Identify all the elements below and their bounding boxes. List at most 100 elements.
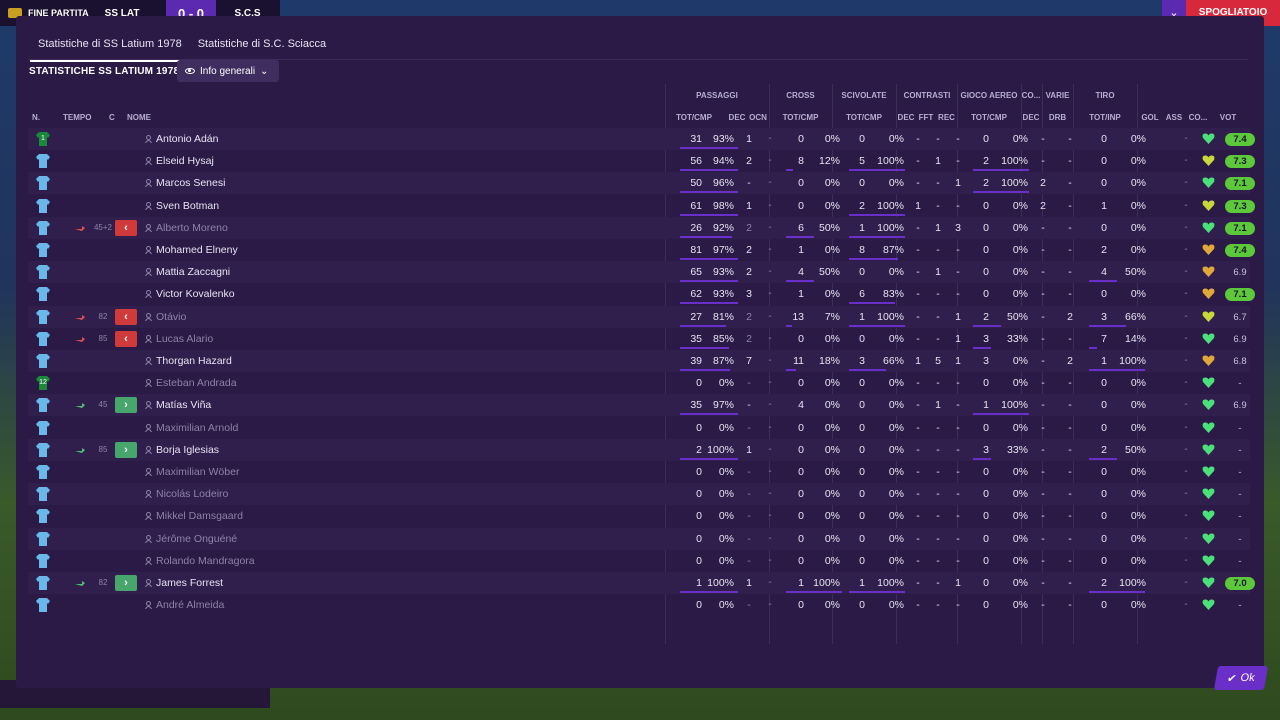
player-name[interactable]: Matías Viña bbox=[156, 394, 211, 416]
col-pass-totcmp-header[interactable]: TOT/CMP bbox=[668, 113, 720, 122]
aerial-total: 0 bbox=[983, 466, 989, 478]
col-aerial-totcmp-header[interactable]: TOT/CMP bbox=[959, 113, 1019, 122]
player-name[interactable]: Maximilian Wöber bbox=[156, 461, 239, 483]
col-co-dec-header[interactable]: DEC bbox=[1021, 113, 1041, 122]
table-row[interactable]: 82 › James Forrest 1 100% 1-1 100% 1 100% - -1 0 0% -… bbox=[28, 572, 1255, 594]
table-row[interactable]: Victor Kovalenko 62 93% 3-1 0% 6 83% - - -0 0% - -0 0… bbox=[28, 283, 1255, 305]
goals bbox=[1151, 350, 1173, 372]
table-row[interactable]: Rolando Mandragora 0 0% - -0 0% 0 0% - - -0 0% - -0 0%… bbox=[28, 550, 1250, 572]
player-name[interactable]: Alberto Moreno bbox=[156, 217, 228, 239]
col-dribble-header[interactable]: DRB bbox=[1046, 113, 1069, 122]
cross-completion: 0% bbox=[824, 421, 840, 434]
col-goals-header[interactable]: GOL bbox=[1138, 113, 1162, 122]
col-c-header[interactable]: C bbox=[109, 113, 115, 122]
aerial-total: 0 bbox=[983, 377, 989, 390]
table-row[interactable]: 45+2 ‹ Alberto Moreno 26 92% 2-6 50% 1 100% -1 3 0 0… bbox=[28, 216, 1255, 239]
co-dec: - bbox=[1041, 532, 1045, 545]
player-name[interactable]: Elseid Hysaj bbox=[156, 150, 214, 172]
table-row[interactable]: 12 Esteban Andrada 0 0% - -0 0% 0 0% - - -0 0% - -0 0% -… bbox=[28, 372, 1250, 394]
passes-total: 0 bbox=[696, 532, 702, 545]
table-row[interactable]: Maximilian Wöber 0 0% - -0 0% 0 0% - - -0 0% - -0 0% - - bbox=[28, 461, 1250, 483]
table-row[interactable]: Marcos Senesi 50 96% - -0 0% 0 0% - -1 2 100% 2-0 0% -… bbox=[28, 172, 1255, 195]
col-challenge-dec-header[interactable]: DEC bbox=[896, 113, 916, 122]
passes-chances: - bbox=[768, 443, 772, 455]
col-number-header[interactable]: N. bbox=[32, 113, 40, 122]
goals bbox=[1151, 283, 1173, 305]
table-row[interactable]: Elseid Hysaj 56 94% 2-8 12% 5 100% -1-2 100% - -0 0… bbox=[28, 150, 1255, 172]
col-pass-ocn-header[interactable]: OCN bbox=[748, 113, 768, 122]
player-rating: 6.7 bbox=[1233, 311, 1247, 323]
passes-total: 0 bbox=[696, 488, 702, 501]
player-shirt-icon bbox=[36, 220, 50, 235]
player-shirt-icon bbox=[36, 176, 50, 191]
player-profile-icon bbox=[145, 490, 152, 499]
col-challenge-rec-header[interactable]: REC bbox=[936, 113, 957, 122]
tackles-completion: 0% bbox=[888, 133, 904, 145]
col-time-header[interactable]: TEMPO bbox=[63, 113, 91, 122]
player-rating: 7.1 bbox=[1225, 177, 1255, 191]
cross-total: 0 bbox=[798, 332, 804, 345]
player-name[interactable]: Sven Botman bbox=[156, 195, 219, 217]
col-rating-header[interactable]: VOT bbox=[1212, 113, 1244, 122]
table-row[interactable]: Sven Botman 61 98% 1-0 0% 2 100% 1- -0 0% 2-1 0% -7.… bbox=[28, 195, 1255, 217]
col-tackle-totcmp-header[interactable]: TOT/CMP bbox=[835, 113, 893, 122]
table-row[interactable]: Jérôme Onguéné 0 0% - -0 0% 0 0% - - -0 0% - -0 0% - - bbox=[28, 527, 1250, 550]
player-name[interactable]: Jérôme Onguéné bbox=[156, 528, 237, 550]
table-row[interactable]: Thorgan Hazard 39 87% 7-11 18% 3 66% 1 5 1 3 0% -2 1 1… bbox=[28, 350, 1250, 372]
table-row[interactable]: 1 Antonio Adán 31 93% 1-0 0% 0 0% - - -0 0% - -0 0% -7.… bbox=[28, 128, 1255, 150]
col-condition-header[interactable]: CO... bbox=[1186, 113, 1210, 122]
challenges-dec: - bbox=[916, 466, 920, 478]
player-name[interactable]: André Almeida bbox=[156, 594, 224, 616]
col-challenge-fft-header[interactable]: FFT bbox=[916, 113, 936, 122]
table-row[interactable]: André Almeida 0 0% - -0 0% 0 0% - - -0 0% - -0 0% - - bbox=[28, 594, 1250, 616]
player-name[interactable]: Victor Kovalenko bbox=[156, 283, 235, 305]
player-name[interactable]: Antonio Adán bbox=[156, 128, 218, 150]
table-row[interactable]: 45 › Matías Viña 35 97% - -4 0% 0 0% -1-1 100% - -0 0%… bbox=[28, 394, 1250, 417]
shots-total: 0 bbox=[1101, 599, 1107, 612]
player-name[interactable]: Esteban Andrada bbox=[156, 372, 237, 394]
tackles-total: 0 bbox=[859, 510, 865, 523]
tackles-total: 0 bbox=[859, 443, 865, 456]
cross-completion: 0% bbox=[824, 177, 840, 190]
table-row[interactable]: Mattia Zaccagni 65 93% 2-4 50% 0 0% -1-0 0% - -4 50… bbox=[28, 261, 1250, 284]
ok-button[interactable]: ✔ Ok bbox=[1213, 666, 1269, 690]
table-row[interactable]: 85 › Borja Iglesias 2 100% 1-0 0% 0 0% - - -3 33% - -2… bbox=[28, 438, 1250, 461]
table-row[interactable]: Mikkel Damsgaard 0 0% - -0 0% 0 0% - - -0 0% - -0 0% - - bbox=[28, 505, 1250, 527]
player-name[interactable]: Mohamed Elneny bbox=[156, 239, 238, 261]
tab-home-stats[interactable]: Statistiche di SS Latium 1978 bbox=[30, 32, 190, 62]
col-shots-totinp-header[interactable]: TOT/INP bbox=[1075, 113, 1135, 122]
player-name[interactable]: Mattia Zaccagni bbox=[156, 261, 230, 283]
player-name[interactable]: Maximilian Arnold bbox=[156, 417, 238, 439]
col-assists-header[interactable]: ASS bbox=[1162, 113, 1186, 122]
table-row[interactable]: 85 ‹ Lucas Alario 35 85% 2-0 0% 0 0% - -1 3 33% - -7 14… bbox=[28, 328, 1250, 350]
player-name[interactable]: Borja Iglesias bbox=[156, 439, 219, 461]
player-name[interactable]: Marcos Senesi bbox=[156, 172, 225, 194]
table-row[interactable]: Nicolás Lodeiro 0 0% - -0 0% 0 0% - - -0 0% - -0 0% - - bbox=[28, 483, 1250, 506]
player-name[interactable]: Thorgan Hazard bbox=[156, 350, 232, 372]
sub-minute bbox=[88, 505, 118, 527]
aerial-completion: 0% bbox=[1012, 421, 1028, 434]
passes-chances: - bbox=[768, 155, 772, 167]
passes-key: 1 bbox=[746, 133, 752, 145]
player-name[interactable]: James Forrest bbox=[156, 572, 223, 594]
goals bbox=[1151, 483, 1173, 505]
col-cross-totcmp-header[interactable]: TOT/CMP bbox=[772, 113, 829, 122]
view-dropdown[interactable]: Info generali ⌄ bbox=[177, 60, 279, 82]
table-row[interactable]: Maximilian Arnold 0 0% - -0 0% 0 0% - - -0 0% - -0 0% -… bbox=[28, 417, 1250, 439]
player-name[interactable]: Nicolás Lodeiro bbox=[156, 483, 228, 505]
table-row[interactable]: 82 ‹ Otávio 27 81% 2-13 7% 1 100% - -1 2 50% -2 3 66% -6… bbox=[28, 305, 1250, 328]
shots-on-target: 0% bbox=[1130, 377, 1146, 390]
player-name[interactable]: Mikkel Damsgaard bbox=[156, 505, 243, 527]
table-row[interactable]: Mohamed Elneny 81 97% 2-1 0% 8 87% - - -0 0% - -2 0% -… bbox=[28, 239, 1255, 261]
player-name[interactable]: Otávio bbox=[156, 306, 186, 328]
player-name[interactable]: Lucas Alario bbox=[156, 328, 213, 350]
col-pass-dec-header[interactable]: DEC bbox=[727, 113, 747, 122]
aerial-total: 0 bbox=[983, 599, 989, 612]
player-name[interactable]: Rolando Mandragora bbox=[156, 550, 255, 572]
eye-icon bbox=[185, 68, 195, 74]
passes-total: 0 bbox=[696, 510, 702, 523]
tab-away-stats[interactable]: Statistiche di S.C. Sciacca bbox=[190, 32, 334, 62]
group-misc-header: VARIE bbox=[1045, 91, 1070, 100]
goals bbox=[1151, 594, 1173, 616]
col-name-header[interactable]: NOME bbox=[127, 113, 151, 122]
